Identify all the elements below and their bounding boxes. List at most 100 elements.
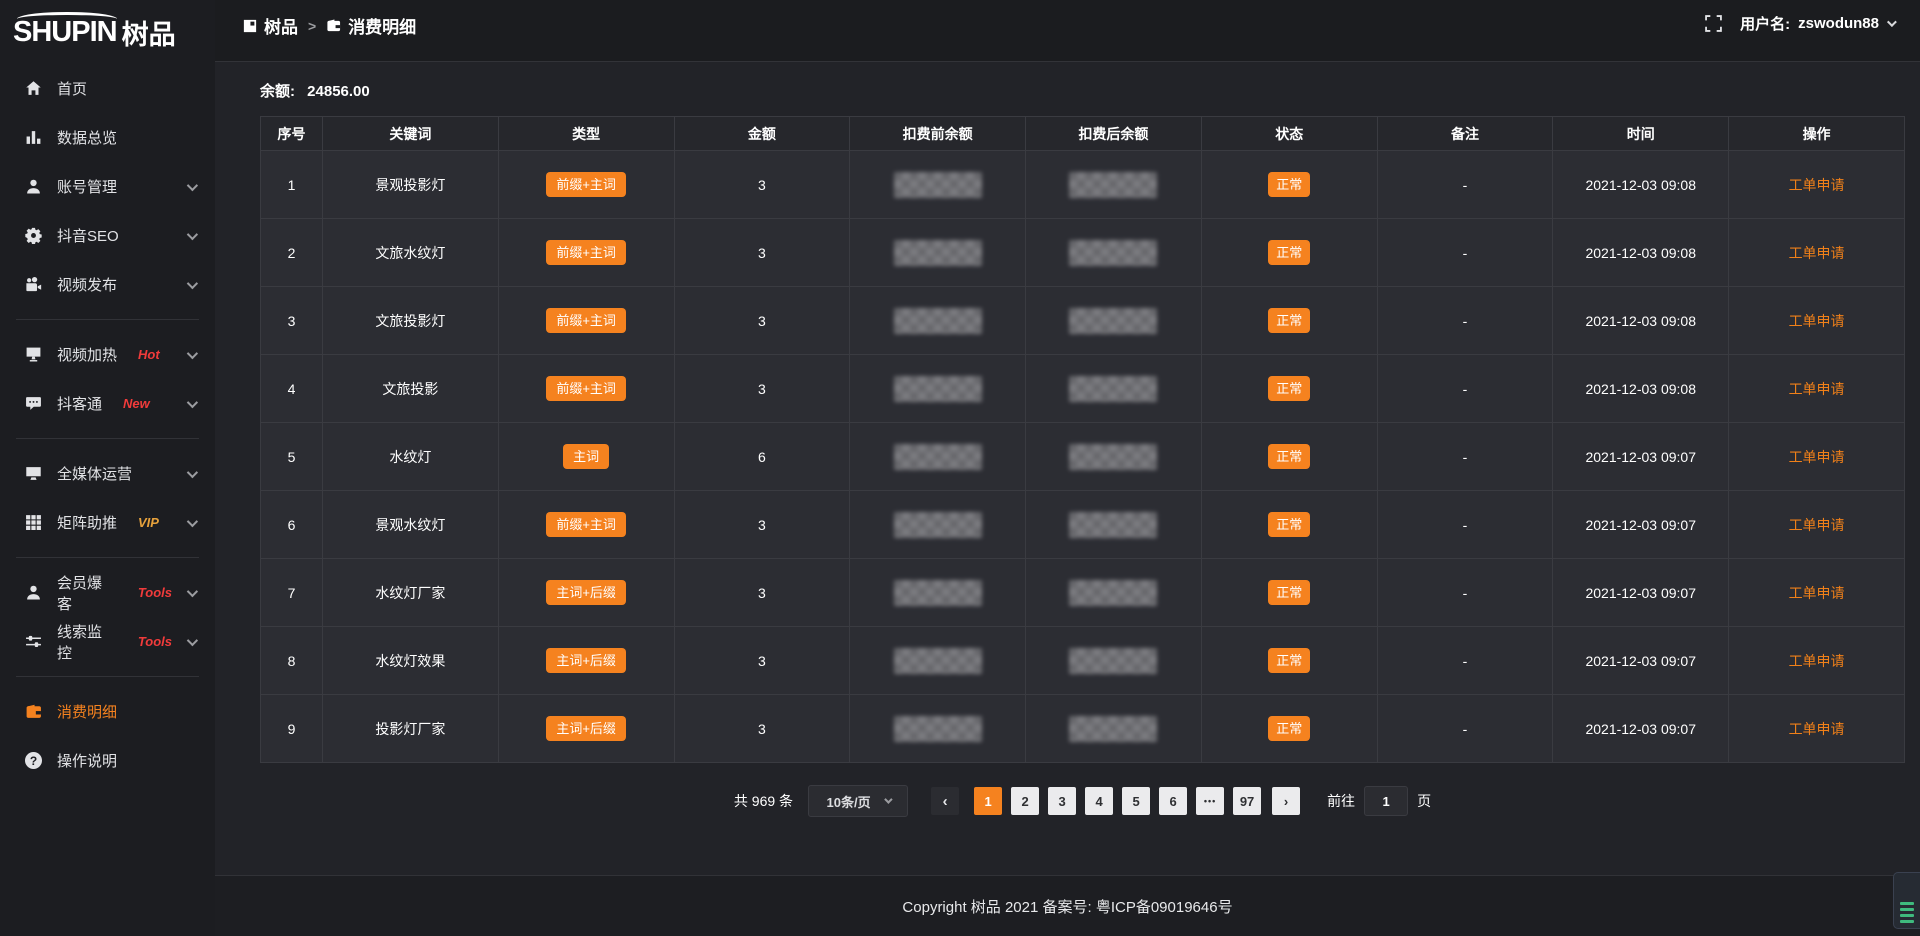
ticket-request-link[interactable]: 工单申请 bbox=[1789, 177, 1845, 193]
page-button-5[interactable]: 5 bbox=[1122, 787, 1150, 815]
blurred-value bbox=[1069, 240, 1157, 266]
table-row: 5 水纹灯 主词 6 正常 - 2021-12-03 09:07 工单申请 bbox=[261, 423, 1905, 491]
wallet-icon bbox=[25, 703, 42, 720]
page-button-3[interactable]: 3 bbox=[1048, 787, 1076, 815]
sidebar-item-home[interactable]: 首页 bbox=[0, 64, 215, 113]
cell-time: 2021-12-03 09:08 bbox=[1553, 151, 1729, 219]
cell-keyword: 景观投影灯 bbox=[323, 151, 499, 219]
monitor-icon bbox=[25, 465, 42, 482]
cell-amount: 3 bbox=[674, 355, 850, 423]
cell-amount: 3 bbox=[674, 151, 850, 219]
sidebar-item-douketong[interactable]: 抖客通 New bbox=[0, 379, 215, 428]
cell-index: 6 bbox=[261, 491, 323, 559]
ticket-request-link[interactable]: 工单申请 bbox=[1789, 721, 1845, 737]
ticket-request-link[interactable]: 工单申请 bbox=[1789, 381, 1845, 397]
table-row: 6 景观水纹灯 前缀+主词 3 正常 - 2021-12-03 09:07 工单… bbox=[261, 491, 1905, 559]
sidebar-item-label: 抖音SEO bbox=[57, 225, 119, 246]
sidebar-item-instructions[interactable]: ? 操作说明 bbox=[0, 736, 215, 785]
status-badge: 正常 bbox=[1268, 580, 1310, 605]
cell-balance-before bbox=[850, 695, 1026, 763]
sidebar-item-douyin-seo[interactable]: 抖音SEO bbox=[0, 211, 215, 260]
ticket-request-link[interactable]: 工单申请 bbox=[1789, 449, 1845, 465]
type-badge: 前缀+主词 bbox=[546, 308, 626, 333]
cell-action: 工单申请 bbox=[1729, 423, 1905, 491]
status-badge: 正常 bbox=[1268, 444, 1310, 469]
sidebar-item-label: 视频加热 bbox=[57, 344, 117, 365]
ticket-request-link[interactable]: 工单申请 bbox=[1789, 517, 1845, 533]
ticket-request-link[interactable]: 工单申请 bbox=[1789, 245, 1845, 261]
user-menu[interactable]: 用户名: zswodun88 bbox=[1740, 13, 1894, 34]
type-badge: 主词+后缀 bbox=[546, 580, 626, 605]
col-header-status: 状态 bbox=[1201, 117, 1377, 151]
blurred-value bbox=[894, 512, 982, 538]
cell-status: 正常 bbox=[1201, 491, 1377, 559]
sidebar-item-consumption-detail[interactable]: 消费明细 bbox=[0, 687, 215, 736]
page-size-select[interactable]: 10条/页 bbox=[808, 785, 908, 817]
cell-action: 工单申请 bbox=[1729, 151, 1905, 219]
cell-amount: 3 bbox=[674, 559, 850, 627]
vip-badge: VIP bbox=[138, 515, 159, 530]
chevron-down-icon bbox=[1887, 17, 1897, 27]
sidebar-item-data-overview[interactable]: 数据总览 bbox=[0, 113, 215, 162]
tools-badge: Tools bbox=[138, 585, 172, 600]
sidebar-menu: 首页 数据总览 账号管理 抖音SEO 视频发布 视频加热 Hot bbox=[0, 64, 215, 785]
prev-page-button[interactable]: ‹ bbox=[931, 787, 959, 815]
goto-page-input[interactable] bbox=[1364, 786, 1408, 816]
type-badge: 主词+后缀 bbox=[546, 648, 626, 673]
tools-badge: Tools bbox=[138, 634, 172, 649]
sidebar-item-account-management[interactable]: 账号管理 bbox=[0, 162, 215, 211]
page-button-1[interactable]: 1 bbox=[974, 787, 1002, 815]
topbar: 树品 > 消费明细 用户名: zswodun88 bbox=[215, 0, 1920, 62]
sidebar-item-label: 线索监控 bbox=[57, 621, 117, 663]
ticket-request-link[interactable]: 工单申请 bbox=[1789, 585, 1845, 601]
cell-time: 2021-12-03 09:07 bbox=[1553, 627, 1729, 695]
page-button-97[interactable]: 97 bbox=[1233, 787, 1261, 815]
menu-divider bbox=[16, 319, 199, 320]
cell-status: 正常 bbox=[1201, 219, 1377, 287]
page-button-4[interactable]: 4 bbox=[1085, 787, 1113, 815]
page-button-2[interactable]: 2 bbox=[1011, 787, 1039, 815]
chevron-down-icon bbox=[187, 277, 198, 288]
home-icon bbox=[25, 80, 42, 97]
cell-balance-before bbox=[850, 423, 1026, 491]
cell-amount: 3 bbox=[674, 627, 850, 695]
col-header-balance-after: 扣费后余额 bbox=[1026, 117, 1202, 151]
next-page-button[interactable]: › bbox=[1272, 787, 1300, 815]
cell-amount: 6 bbox=[674, 423, 850, 491]
status-badge: 正常 bbox=[1268, 308, 1310, 333]
cell-remark: - bbox=[1377, 423, 1553, 491]
ticket-request-link[interactable]: 工单申请 bbox=[1789, 313, 1845, 329]
col-header-index: 序号 bbox=[261, 117, 323, 151]
sidebar-item-label: 抖客通 bbox=[57, 393, 102, 414]
sidebar-item-matrix-boost[interactable]: 矩阵助推 VIP bbox=[0, 498, 215, 547]
floating-service-widget[interactable] bbox=[1893, 872, 1920, 929]
sidebar-item-label: 全媒体运营 bbox=[57, 463, 132, 484]
cell-status: 正常 bbox=[1201, 695, 1377, 763]
cell-index: 7 bbox=[261, 559, 323, 627]
breadcrumb-root[interactable]: 树品 bbox=[243, 13, 298, 38]
cell-index: 2 bbox=[261, 219, 323, 287]
username-value: zswodun88 bbox=[1798, 15, 1879, 32]
footer: Copyright 树品 2021 备案号: 粤ICP备09019646号 bbox=[215, 875, 1920, 936]
sidebar-item-video-publish[interactable]: 视频发布 bbox=[0, 260, 215, 309]
status-badge: 正常 bbox=[1268, 716, 1310, 741]
cell-balance-before bbox=[850, 151, 1026, 219]
cell-remark: - bbox=[1377, 695, 1553, 763]
page-button-6[interactable]: 6 bbox=[1159, 787, 1187, 815]
cell-type: 主词+后缀 bbox=[498, 627, 674, 695]
table-row: 8 水纹灯效果 主词+后缀 3 正常 - 2021-12-03 09:07 工单… bbox=[261, 627, 1905, 695]
brand-logo[interactable]: SHUPIN 树品 bbox=[0, 0, 215, 64]
cell-time: 2021-12-03 09:08 bbox=[1553, 219, 1729, 287]
col-header-amount: 金额 bbox=[674, 117, 850, 151]
ticket-request-link[interactable]: 工单申请 bbox=[1789, 653, 1845, 669]
cell-balance-after bbox=[1026, 151, 1202, 219]
more-pages-button[interactable]: ••• bbox=[1196, 787, 1224, 815]
fullscreen-icon[interactable] bbox=[1705, 15, 1722, 32]
cell-status: 正常 bbox=[1201, 627, 1377, 695]
cell-type: 前缀+主词 bbox=[498, 491, 674, 559]
sidebar-item-video-heating[interactable]: 视频加热 Hot bbox=[0, 330, 215, 379]
col-header-balance-before: 扣费前余额 bbox=[850, 117, 1026, 151]
sidebar-item-clue-monitor[interactable]: 线索监控 Tools bbox=[0, 617, 215, 666]
sidebar-item-all-media-operation[interactable]: 全媒体运营 bbox=[0, 449, 215, 498]
sidebar-item-member-burst[interactable]: 会员爆客 Tools bbox=[0, 568, 215, 617]
